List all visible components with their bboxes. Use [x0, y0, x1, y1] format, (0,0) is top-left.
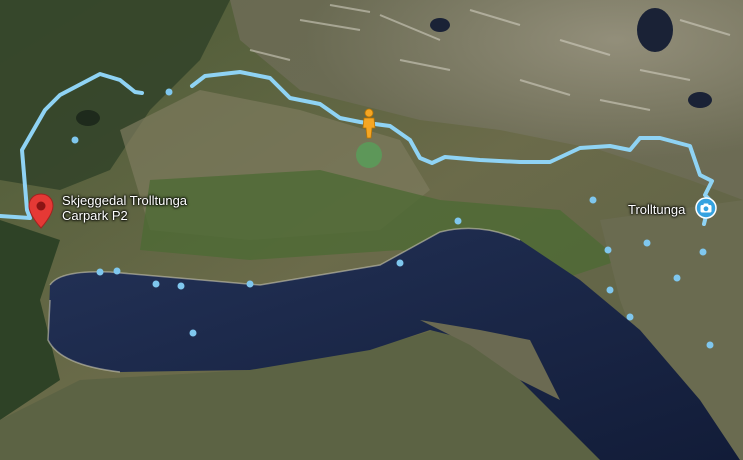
satellite-imagery	[0, 0, 743, 460]
place-label-trolltunga[interactable]: Trolltunga	[628, 202, 685, 217]
highlight-area	[356, 142, 382, 168]
pegman-icon[interactable]	[360, 108, 378, 140]
lake	[637, 8, 673, 52]
lake	[430, 18, 450, 32]
place-name-line1: Skjeggedal Trolltunga	[62, 193, 188, 208]
place-name-line2: Carpark P2	[62, 208, 128, 223]
camera-icon[interactable]	[695, 197, 717, 219]
place-label-carpark[interactable]: Skjeggedal Trolltunga Carpark P2	[62, 193, 187, 223]
pond	[76, 110, 100, 126]
map-canvas[interactable]: Skjeggedal Trolltunga Carpark P2 Trolltu…	[0, 0, 743, 460]
lake	[688, 92, 712, 108]
red-pin-icon[interactable]	[28, 193, 54, 229]
